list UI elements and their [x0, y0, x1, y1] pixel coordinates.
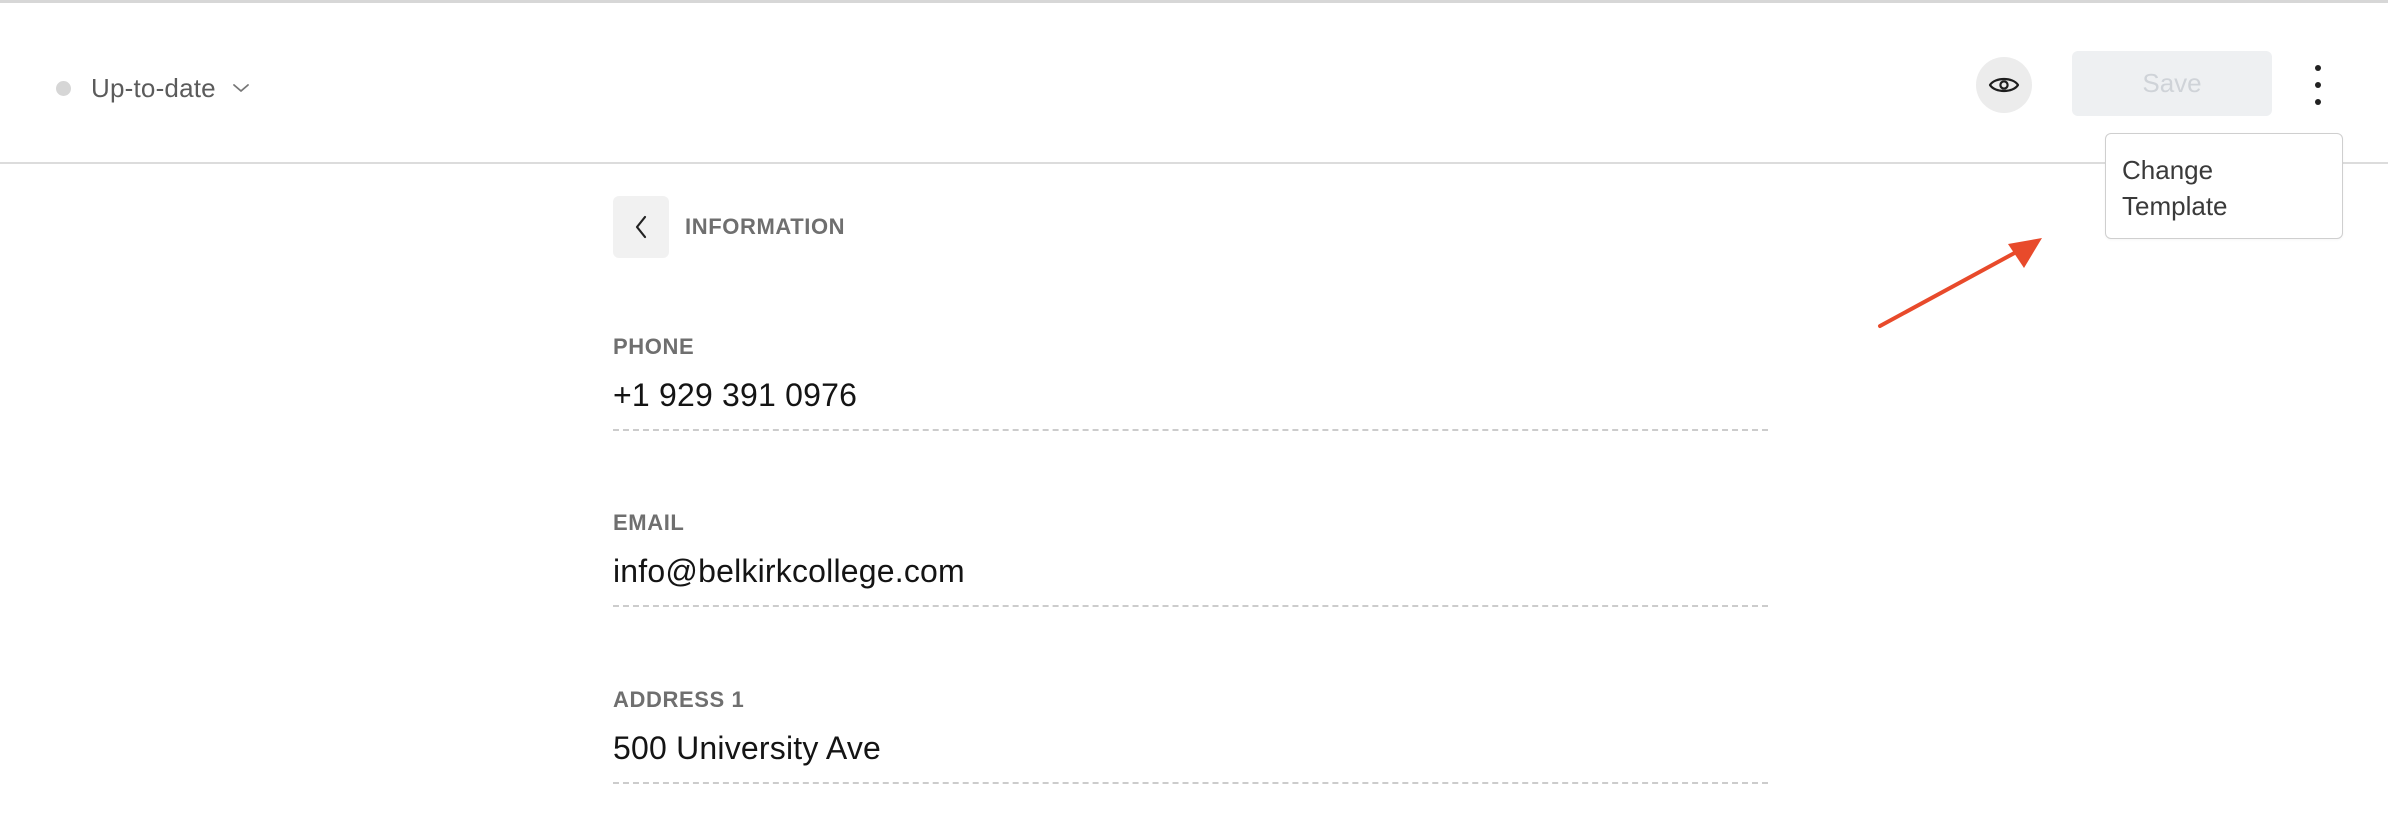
field-label: EMAIL — [613, 510, 685, 535]
options-menu: Change Template — [2105, 133, 2343, 239]
status-label: Up-to-date — [91, 72, 216, 103]
field-divider — [613, 429, 1768, 431]
status-dot — [56, 80, 71, 96]
field-divider — [613, 782, 1768, 784]
phone-input[interactable]: +1 929 391 0976 — [613, 373, 1768, 417]
phone-field[interactable]: PHONE +1 929 391 0976 — [613, 333, 1768, 431]
section-title: INFORMATION — [685, 214, 846, 239]
field-label: ADDRESS 1 — [613, 687, 745, 712]
annotation-arrow — [1878, 238, 2042, 328]
save-button[interactable]: Save — [2072, 51, 2272, 116]
field-label: PHONE — [613, 334, 695, 359]
address-1-field[interactable]: ADDRESS 1 500 University Ave — [613, 686, 1768, 784]
status-selector[interactable]: Up-to-date — [56, 68, 250, 108]
more-options-button[interactable] — [2306, 65, 2330, 105]
email-field[interactable]: EMAIL info@belkirkcollege.com — [613, 509, 1768, 607]
chevron-left-icon — [635, 215, 647, 239]
information-panel: INFORMATION PHONE +1 929 391 0976 EMAIL … — [613, 196, 1768, 784]
email-input[interactable]: info@belkirkcollege.com — [613, 549, 1768, 593]
section-header: INFORMATION — [613, 196, 1768, 258]
menu-item-change-template[interactable]: Change Template — [2122, 152, 2322, 224]
field-divider — [613, 605, 1768, 607]
more-vertical-icon — [2315, 65, 2321, 71]
back-button[interactable] — [613, 196, 669, 258]
editor-toolbar: Up-to-date Save — [0, 3, 2388, 164]
eye-icon — [1988, 77, 2020, 93]
address-1-input[interactable]: 500 University Ave — [613, 726, 1768, 770]
chevron-down-icon — [232, 84, 249, 92]
preview-button[interactable] — [1976, 57, 2032, 113]
